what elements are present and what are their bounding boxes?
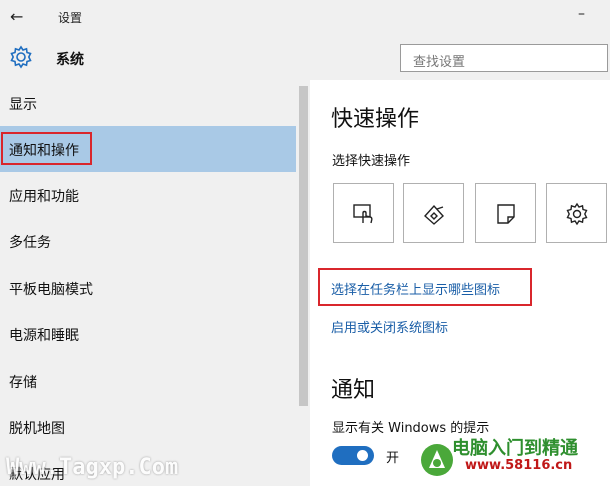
- tablet-mode-icon: [353, 204, 373, 224]
- watermark-right-url: www.58116.cn: [465, 458, 573, 473]
- quick-action-connect-tile[interactable]: [403, 183, 464, 243]
- quick-action-note-tile[interactable]: [475, 183, 536, 243]
- toggle-knob: [357, 450, 368, 461]
- sidebar-item-multitasking[interactable]: 多任务: [0, 218, 296, 264]
- minimize-button[interactable]: –: [578, 6, 585, 22]
- back-arrow-icon[interactable]: ←: [10, 7, 23, 26]
- sidebar-item-label: 电源和睡眠: [9, 328, 79, 344]
- search-placeholder: 查找设置: [413, 55, 466, 70]
- quick-action-tablet-tile[interactable]: [333, 183, 394, 243]
- sidebar-item-notifications[interactable]: 通知和操作: [0, 126, 296, 172]
- header: 系统 查找设置: [0, 36, 610, 80]
- highlight-box: [1, 132, 92, 165]
- quick-actions-heading: 快速操作: [331, 107, 420, 132]
- sidebar-item-label: 平板电脑模式: [9, 282, 93, 298]
- sidebar-item-label: 脱机地图: [9, 421, 65, 437]
- watermark-logo-icon: [421, 444, 453, 476]
- sidebar-item-apps[interactable]: 应用和功能: [0, 172, 296, 218]
- watermark-right-title: 电脑入门到精通: [452, 438, 578, 459]
- sidebar-item-label: 应用和功能: [9, 189, 79, 205]
- system-icons-link[interactable]: 启用或关闭系统图标: [331, 317, 448, 336]
- sidebar-item-label: 显示: [9, 97, 37, 113]
- title-bar: ← 设置 –: [0, 0, 610, 36]
- sidebar-item-tablet-mode[interactable]: 平板电脑模式: [0, 265, 296, 311]
- note-icon: [497, 204, 515, 224]
- connect-icon: [424, 204, 444, 225]
- sidebar-item-label: 存储: [9, 375, 37, 391]
- sidebar-item-storage[interactable]: 存储: [0, 358, 296, 404]
- toggle-state-label: 开: [386, 451, 400, 466]
- quick-action-settings-tile[interactable]: [546, 183, 607, 243]
- quick-actions-subtitle: 选择快速操作: [332, 154, 411, 169]
- sidebar-item-offline-maps[interactable]: 脱机地图: [0, 404, 296, 450]
- settings-gear-icon: [566, 202, 588, 226]
- sidebar-item-label: 多任务: [9, 235, 51, 251]
- watermark-left: Www.Tagxp.Com: [6, 455, 179, 480]
- taskbar-icons-link[interactable]: 选择在任务栏上显示哪些图标: [331, 279, 500, 298]
- notifications-heading: 通知: [331, 378, 376, 403]
- sidebar-item-display[interactable]: 显示: [0, 80, 296, 126]
- sidebar-scrollbar-thumb[interactable]: [299, 86, 308, 406]
- gear-icon: [10, 45, 32, 69]
- windows-tips-toggle[interactable]: [332, 446, 374, 465]
- sidebar-item-power[interactable]: 电源和睡眠: [0, 311, 296, 357]
- page-title: 系统: [56, 52, 84, 68]
- window-title: 设置: [58, 11, 83, 25]
- search-input[interactable]: 查找设置: [400, 44, 608, 72]
